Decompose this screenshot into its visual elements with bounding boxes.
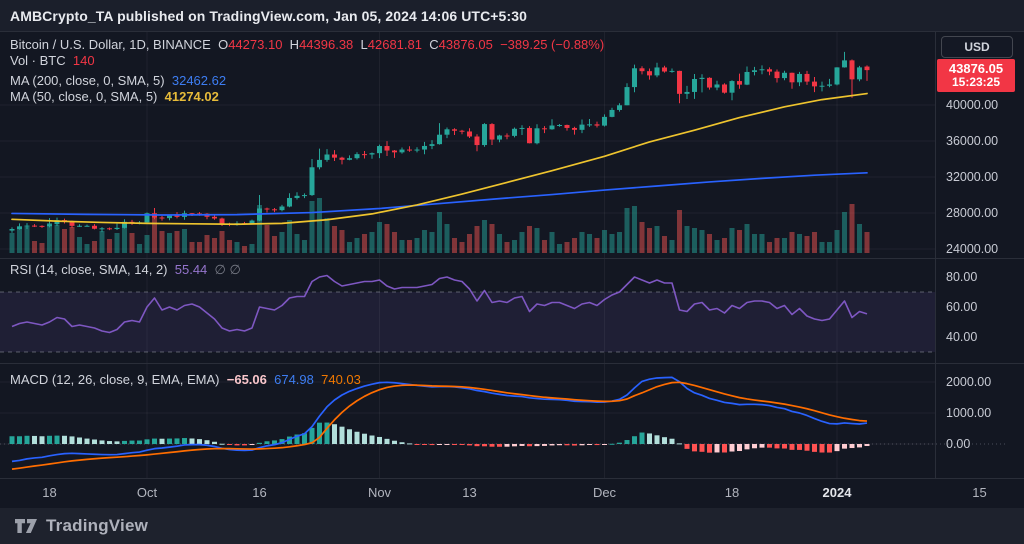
bar-countdown: 15:23:25 [937,76,1015,89]
svg-text:15: 15 [972,485,986,500]
ma50-legend-row[interactable]: MA (50, close, 0, SMA, 5) 41274.02 [10,89,604,105]
svg-text:24000.00: 24000.00 [946,242,998,256]
tradingview-logo-icon[interactable] [14,517,38,535]
volume-legend-row[interactable]: Vol · BTC 140 [10,53,604,69]
tradingview-brand-text[interactable]: TradingView [46,516,148,536]
svg-text:28000.00: 28000.00 [946,206,998,220]
header-bar: AMBCrypto_TA published on TradingView.co… [0,0,1024,32]
svg-text:Oct: Oct [137,485,158,500]
ohlc-close: C43876.05 [429,37,493,52]
ma200-legend-row[interactable]: MA (200, close, 0, SMA, 5) 32462.62 [10,73,604,89]
last-price-tag[interactable]: 43876.05 15:23:25 [937,59,1015,92]
rsi-legend[interactable]: RSI (14, close, SMA, 14, 2) 55.44 ∅ ∅ [10,262,241,278]
tradingview-snapshot-page: AMBCrypto_TA published on TradingView.co… [0,0,1024,544]
macd-line-value: 674.98 [274,372,314,387]
rsi-extra-values: ∅ ∅ [215,262,241,277]
svg-text:13: 13 [462,485,476,500]
rsi-value: 55.44 [175,262,208,277]
svg-text:16: 16 [252,485,266,500]
svg-text:2024: 2024 [823,485,853,500]
publish-info: AMBCrypto_TA published on TradingView.co… [10,8,527,24]
macd-hist-value: −65.06 [227,372,267,387]
macd-legend[interactable]: MACD (12, 26, close, 9, EMA, EMA) −65.06… [10,372,361,388]
price-change: −389.25 (−0.88%) [500,37,604,52]
macd-signal-value: 740.03 [321,372,361,387]
ma50-label: MA (50, close, 0, SMA, 5) [10,89,157,104]
svg-text:1000.00: 1000.00 [946,406,991,420]
svg-text:Dec: Dec [593,485,617,500]
svg-text:60.00: 60.00 [946,300,977,314]
svg-text:80.00: 80.00 [946,270,977,284]
main-legend[interactable]: Bitcoin / U.S. Dollar, 1D, BINANCE O4427… [10,37,604,105]
svg-text:36000.00: 36000.00 [946,134,998,148]
symbol-title: Bitcoin / U.S. Dollar, 1D, BINANCE [10,37,211,52]
svg-text:18: 18 [725,485,739,500]
rsi-label: RSI (14, close, SMA, 14, 2) [10,262,168,277]
symbol-legend-row[interactable]: Bitcoin / U.S. Dollar, 1D, BINANCE O4427… [10,37,604,53]
currency-toggle-button[interactable]: USD [941,36,1013,58]
ma50-value: 41274.02 [165,89,219,104]
svg-text:2000.00: 2000.00 [946,375,991,389]
ohlc-open: O44273.10 [218,37,282,52]
svg-text:18: 18 [42,485,56,500]
svg-text:40.00: 40.00 [946,330,977,344]
ohlc-low: L42681.81 [361,37,422,52]
volume-label: Vol · BTC [10,53,66,68]
svg-text:Nov: Nov [368,485,392,500]
last-price: 43876.05 [937,61,1015,76]
svg-text:40000.00: 40000.00 [946,98,998,112]
volume-value: 140 [73,53,95,68]
svg-text:0.00: 0.00 [946,437,970,451]
svg-text:32000.00: 32000.00 [946,170,998,184]
footer-bar: TradingView [0,508,1024,544]
ma200-value: 32462.62 [172,73,226,88]
ma200-label: MA (200, close, 0, SMA, 5) [10,73,165,88]
ohlc-high: H44396.38 [290,37,354,52]
macd-label: MACD (12, 26, close, 9, EMA, EMA) [10,372,220,387]
